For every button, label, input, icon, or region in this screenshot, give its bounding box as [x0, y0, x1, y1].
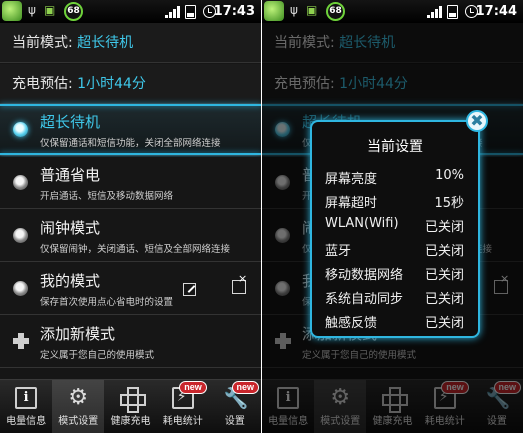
settings-row: 屏幕超时 15秒	[325, 192, 464, 214]
app-notification-icon	[264, 1, 284, 21]
setting-value: 已关闭	[424, 316, 464, 331]
setting-key: 系统自动同步	[325, 292, 404, 307]
close-dialog-button[interactable]: ✖	[466, 110, 488, 132]
settings-row: 移动数据网络 已关闭	[325, 264, 464, 286]
settings-row: 屏幕亮度 10%	[325, 168, 464, 190]
bottom-tab-bar: 电量信息 ⚙ 模式设置 健康充电 new 耗电统计 🔧 new 设置	[0, 379, 261, 433]
current-mode-row: 当前模式: 超长待机	[0, 23, 261, 63]
radio-icon[interactable]	[13, 228, 28, 243]
setting-key: 屏幕超时	[325, 196, 378, 211]
setting-value: 已关闭	[424, 292, 464, 307]
mode-title: 超长待机	[40, 113, 101, 131]
usb-icon: ψ	[290, 3, 298, 17]
new-badge: new	[179, 381, 207, 394]
tab-label: 模式设置	[58, 416, 99, 427]
radio-selected-icon[interactable]	[13, 122, 28, 137]
tab-label: 电量信息	[6, 416, 47, 427]
tab-label: 健康充电	[110, 416, 151, 427]
usb-icon: ψ	[28, 3, 36, 17]
gear-icon: ⚙	[68, 385, 89, 410]
mode-title: 普通省电	[40, 166, 101, 184]
mode-item-normal-saving[interactable]: 普通省电 开启通话、短信及移动数据网络	[0, 157, 261, 209]
mode-title: 闹钟模式	[40, 219, 101, 237]
cross-icon	[119, 387, 146, 413]
mode-desc: 定义属于您自己的使用模式	[40, 350, 155, 361]
tab-battery-info[interactable]: 电量信息	[0, 380, 52, 433]
battery-icon	[447, 5, 458, 19]
battery-info-icon	[15, 387, 38, 409]
android-icon: ▣	[44, 3, 56, 17]
mode-desc: 仅保留通话和短信功能，关闭全部网络连接	[40, 138, 221, 149]
android-icon: ▣	[306, 3, 318, 17]
battery-icon	[185, 5, 196, 19]
mode-item-add-new[interactable]: 添加新模式 定义属于您自己的使用模式	[0, 316, 261, 368]
left-phone-screen: ψ ▣ 68 17:43 当前模式: 超长待机 充电预估: 1小时44分 超长待…	[0, 0, 261, 433]
tab-label: 设置	[224, 416, 245, 427]
clock-time: 17:43	[213, 4, 255, 19]
delete-icon[interactable]	[232, 272, 247, 294]
mode-title: 添加新模式	[40, 325, 116, 343]
tab-settings[interactable]: 🔧 new 设置	[209, 380, 261, 433]
battery-percent-badge: 68	[64, 2, 83, 21]
radio-icon[interactable]	[13, 281, 28, 296]
app-notification-icon	[2, 1, 22, 21]
settings-row: WLAN(Wifi) 已关闭	[325, 216, 464, 238]
dialog-title: 当前设置	[367, 139, 423, 155]
tab-healthy-charge[interactable]: 健康充电	[104, 380, 156, 433]
mode-desc: 保存首次使用点心省电时的设置	[40, 297, 174, 308]
setting-value: 已关闭	[424, 244, 464, 259]
signal-icon	[427, 6, 442, 18]
charge-estimate-label: 充电预估:	[12, 76, 78, 92]
setting-key: 蓝牙	[325, 244, 352, 259]
mode-desc: 仅保留闹钟，关闭通话、短信及全部网络连接	[40, 244, 231, 255]
radio-icon[interactable]	[13, 175, 28, 190]
settings-row: 触感反馈 已关闭	[325, 312, 464, 334]
setting-value: 已关闭	[424, 220, 464, 235]
signal-icon	[165, 6, 180, 18]
tab-power-stats[interactable]: new 耗电统计	[157, 380, 209, 433]
tab-label: 耗电统计	[162, 416, 203, 427]
setting-key: 移动数据网络	[325, 268, 404, 283]
new-badge: new	[231, 381, 260, 394]
plus-icon	[13, 333, 29, 349]
mode-item-ultra-standby[interactable]: 超长待机 仅保留通话和短信功能，关闭全部网络连接	[0, 104, 261, 156]
mode-desc: 开启通话、短信及移动数据网络	[40, 191, 174, 202]
mode-title: 我的模式	[40, 272, 101, 290]
current-mode-label: 当前模式:	[12, 35, 78, 51]
settings-row: 蓝牙 已关闭	[325, 240, 464, 262]
settings-row: 系统自动同步 已关闭	[325, 288, 464, 310]
current-settings-dialog: 当前设置 屏幕亮度 10% 屏幕超时 15秒 WLAN(Wifi) 已关闭 蓝牙 已关闭…	[310, 120, 480, 338]
setting-key: WLAN(Wifi)	[325, 216, 399, 231]
edit-icon[interactable]	[183, 283, 196, 296]
setting-value: 已关闭	[424, 268, 464, 283]
battery-percent-badge: 68	[326, 2, 345, 21]
clock-time: 17:44	[475, 4, 517, 19]
mode-item-my-mode[interactable]: 我的模式 保存首次使用点心省电时的设置	[0, 263, 261, 315]
charge-estimate-value: 1小时44分	[77, 76, 146, 92]
setting-key: 屏幕亮度	[325, 172, 378, 187]
right-phone-screen: ψ ▣ 68 17:44 当前模式: 超长待机 充电预估: 1小时44分 超长待…	[262, 0, 523, 433]
mode-item-alarm[interactable]: 闹钟模式 仅保留闹钟，关闭通话、短信及全部网络连接	[0, 210, 261, 262]
status-bar: ψ ▣ 68 17:43	[0, 0, 261, 23]
setting-key: 触感反馈	[325, 316, 378, 331]
tab-mode-settings[interactable]: ⚙ 模式设置	[52, 380, 105, 433]
status-bar: ψ ▣ 68 17:44	[262, 0, 523, 23]
setting-value: 10%	[435, 168, 464, 183]
charge-estimate-row: 充电预估: 1小时44分	[0, 64, 261, 104]
setting-value: 15秒	[434, 196, 464, 211]
current-mode-value: 超长待机	[77, 35, 134, 51]
